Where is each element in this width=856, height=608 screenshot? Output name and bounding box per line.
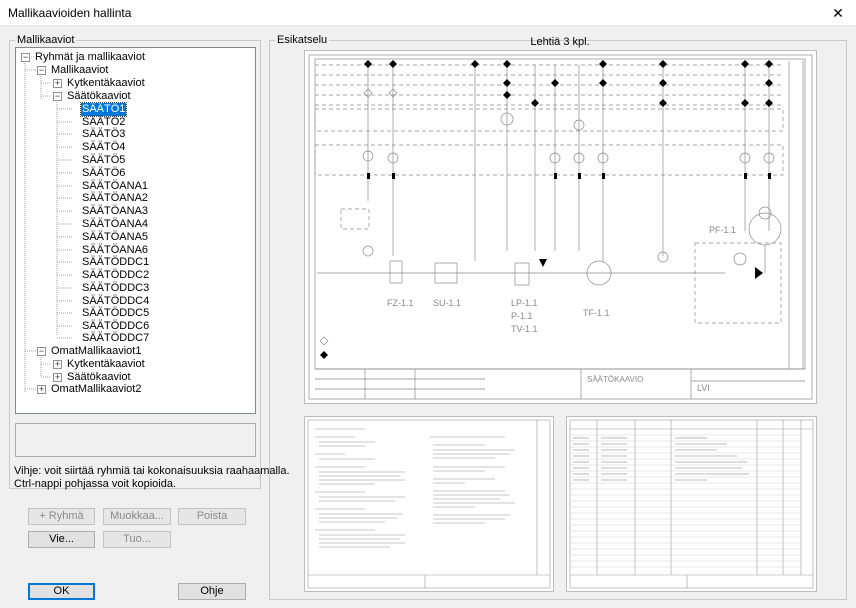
hint-line-1: Vihje: voit siirtää ryhmiä tai kokonaisu… xyxy=(14,465,290,477)
collapse-icon[interactable]: − xyxy=(37,66,46,75)
label-pf: PF-1.1 xyxy=(709,225,736,235)
label-tv: TV-1.1 xyxy=(511,324,538,334)
tree-node-root[interactable]: Ryhmät ja mallikaaviot xyxy=(35,51,145,64)
tree-item-selected[interactable]: SÄÄTÖ1 xyxy=(79,102,128,117)
label-tf: TF-1.1 xyxy=(583,308,610,318)
tree-item[interactable]: SÄÄTÖ4 xyxy=(82,141,125,154)
tree-node-mallikaaviot[interactable]: Mallikaaviot xyxy=(51,64,108,77)
preview-sheet-1[interactable]: FZ-1.1 SU-1.1 LP-1.1 P-1.1 TV-1.1 TF-1.1… xyxy=(304,50,817,404)
ok-button[interactable]: OK xyxy=(28,583,95,600)
tree-node-omat2[interactable]: OmatMallikaaviot2 xyxy=(51,383,141,396)
help-button[interactable]: Ohje xyxy=(178,583,246,600)
add-group-button[interactable]: + Ryhmä xyxy=(28,508,95,525)
import-button[interactable]: Tuo... xyxy=(103,531,171,548)
sheet-count: Lehtiä 3 kpl. xyxy=(530,36,590,48)
close-icon[interactable]: ✕ xyxy=(824,1,852,25)
preview-sheet-2[interactable] xyxy=(304,416,554,592)
tree-item[interactable]: SÄÄTÖDDC5 xyxy=(82,307,149,320)
tree-item[interactable]: SÄÄTÖANA2 xyxy=(82,192,148,205)
label-lp: LP-1.1 xyxy=(511,298,538,308)
tree-item[interactable]: SÄÄTÖANA4 xyxy=(82,218,148,231)
collapse-icon[interactable]: − xyxy=(37,347,46,356)
edit-button[interactable]: Muokkaa... xyxy=(103,508,171,525)
table-sheet xyxy=(569,419,814,589)
tree-item[interactable]: SÄÄTÖ5 xyxy=(82,154,125,167)
tree-node-omat1[interactable]: OmatMallikaaviot1 xyxy=(51,345,141,358)
tree-node-saatokaaviot[interactable]: Säätökaaviot xyxy=(67,90,131,103)
collapse-icon[interactable]: − xyxy=(21,53,30,62)
control-diagram: FZ-1.1 SU-1.1 LP-1.1 P-1.1 TV-1.1 TF-1.1… xyxy=(308,54,813,400)
expand-icon[interactable]: + xyxy=(37,385,46,394)
hint-line-2: Ctrl-nappi pohjassa voit kopioida. xyxy=(14,478,177,490)
export-button[interactable]: Vie... xyxy=(28,531,95,548)
label-title: SÄÄTÖKAAVIO xyxy=(587,375,643,384)
label-su: SU-1.1 xyxy=(433,298,461,308)
tree-node-omat1-kytkentakaaviot[interactable]: Kytkentäkaaviot xyxy=(67,358,145,371)
description-sheet xyxy=(307,419,551,589)
label-lvi: LVI xyxy=(697,383,710,393)
expand-icon[interactable]: + xyxy=(53,79,62,88)
title-bar: Mallikaavioiden hallinta ✕ xyxy=(0,0,856,26)
info-box xyxy=(15,423,256,457)
tree-item[interactable]: SÄÄTÖ3 xyxy=(82,128,125,141)
tree-item[interactable]: SÄÄTÖDDC7 xyxy=(82,332,149,345)
tree-item[interactable]: SÄÄTÖDDC1 xyxy=(82,256,149,269)
tree-item[interactable]: SÄÄTÖANA5 xyxy=(82,231,148,244)
tree-item[interactable]: SÄÄTÖDDC3 xyxy=(82,282,149,295)
delete-button[interactable]: Poista xyxy=(178,508,246,525)
template-tree[interactable]: − Ryhmät ja mallikaaviot − Mallikaaviot … xyxy=(15,47,256,414)
tree-item[interactable]: SÄÄTÖDDC2 xyxy=(82,269,149,282)
preview-sheet-3[interactable] xyxy=(566,416,817,592)
label-p: P-1.1 xyxy=(511,311,533,321)
expand-icon[interactable]: + xyxy=(53,360,62,369)
templates-group-legend: Mallikaaviot xyxy=(15,34,77,46)
tree-item[interactable]: SÄÄTÖ6 xyxy=(82,167,125,180)
expand-icon[interactable]: + xyxy=(53,373,62,382)
collapse-icon[interactable]: − xyxy=(53,92,62,101)
label-fz: FZ-1.1 xyxy=(387,298,414,308)
tree-node-kytkentakaaviot[interactable]: Kytkentäkaaviot xyxy=(67,77,145,90)
tree-item[interactable]: SÄÄTÖANA3 xyxy=(82,205,148,218)
window-title: Mallikaavioiden hallinta xyxy=(8,6,132,20)
